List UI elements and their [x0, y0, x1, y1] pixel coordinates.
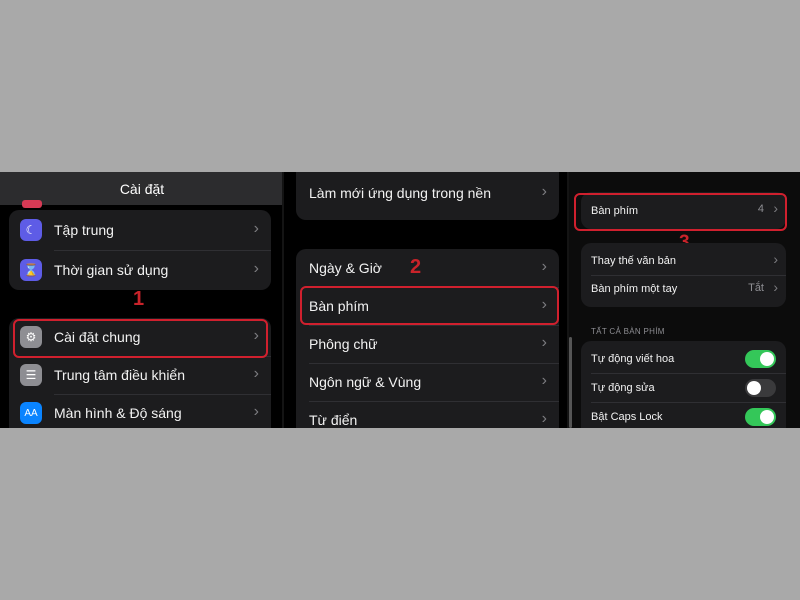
highlight-keyboard	[300, 286, 559, 325]
chevron-right-icon: ›	[541, 334, 547, 351]
chevron-right-icon: ›	[253, 403, 259, 420]
settings-group-text: Thay thế văn bản › Bàn phím một tay Tắt …	[581, 243, 786, 307]
aa-icon: AA	[20, 402, 42, 424]
settings-panel: Cài đặt ☾ Tập trung › ⌛ Thời gian sử dụn…	[0, 172, 284, 428]
row-auto-capitalization: Tự động viết hoa	[581, 345, 786, 373]
chevron-right-icon: ›	[253, 365, 259, 382]
section-header: TẤT CẢ BÀN PHÍM	[591, 327, 665, 336]
highlight-general	[13, 319, 268, 358]
toggle-switch-off[interactable]	[745, 379, 776, 397]
row-label: Thời gian sử dụng	[54, 262, 169, 278]
scroll-indicator	[569, 337, 572, 428]
chevron-right-icon: ›	[541, 258, 547, 275]
row-label: Từ điển	[309, 412, 358, 428]
row-caps-lock: Bật Caps Lock	[581, 403, 786, 428]
partial-icon	[22, 200, 42, 208]
row-label: Thay thế văn bản	[591, 255, 677, 267]
settings-group-background: Làm mới ứng dụng trong nền ›	[296, 172, 559, 220]
row-control-center[interactable]: ☰ Trung tâm điều khiển ›	[9, 356, 271, 394]
row-date-time[interactable]: Ngày & Giờ ›	[296, 249, 559, 287]
one-handed-value: Tắt	[748, 282, 764, 294]
toggles-icon: ☰	[20, 364, 42, 386]
row-label: Màn hình & Độ sáng	[54, 405, 182, 421]
chevron-right-icon: ›	[773, 279, 778, 295]
toggle-switch-on[interactable]	[745, 408, 776, 426]
row-label: Phông chữ	[309, 336, 378, 352]
row-label: Trung tâm điều khiển	[54, 367, 185, 383]
chevron-right-icon: ›	[773, 251, 778, 267]
chevron-right-icon: ›	[253, 260, 259, 277]
step-number-1: 1	[133, 288, 145, 310]
row-dictionary[interactable]: Từ điển ›	[296, 401, 559, 428]
step-number-2: 2	[410, 256, 422, 278]
settings-group-all-keyboards: Tự động viết hoa Tự động sửa Bật Caps Lo…	[581, 341, 786, 428]
moon-icon: ☾	[20, 219, 42, 241]
page-title: Cài đặt	[119, 180, 165, 197]
general-panel: Làm mới ứng dụng trong nền › Ngày & Giờ …	[284, 172, 569, 428]
row-auto-correction: Tự động sửa	[581, 374, 786, 402]
row-one-handed-keyboard[interactable]: Bàn phím một tay Tắt ›	[581, 277, 786, 301]
row-label: Ngôn ngữ & Vùng	[309, 374, 422, 390]
chevron-right-icon: ›	[541, 410, 547, 427]
hourglass-icon: ⌛	[20, 259, 42, 281]
row-screen-time[interactable]: ⌛ Thời gian sử dụng ›	[9, 250, 271, 290]
settings-group-language: Ngày & Giờ › Bàn phím › Phông chữ › Ngôn…	[296, 249, 559, 428]
toggle-switch-on[interactable]	[745, 350, 776, 368]
row-label: Làm mới ứng dụng trong nền	[309, 185, 491, 201]
row-language-region[interactable]: Ngôn ngữ & Vùng ›	[296, 363, 559, 401]
settings-group-focus: ☾ Tập trung › ⌛ Thời gian sử dụng ›	[9, 210, 271, 290]
keyboard-panel: Bàn phím 4 › 3 Thay thế văn bản › Bàn ph…	[569, 172, 800, 428]
highlight-keyboards	[574, 193, 787, 231]
row-text-replacement[interactable]: Thay thế văn bản ›	[581, 249, 786, 273]
chevron-right-icon: ›	[253, 220, 259, 237]
row-fonts[interactable]: Phông chữ ›	[296, 325, 559, 363]
row-label: Tập trung	[54, 222, 114, 238]
row-background-refresh[interactable]: Làm mới ứng dụng trong nền ›	[296, 172, 559, 214]
row-focus[interactable]: ☾ Tập trung ›	[9, 210, 271, 250]
row-display-brightness[interactable]: AA Màn hình & Độ sáng ›	[9, 394, 271, 428]
row-label: Ngày & Giờ	[309, 260, 382, 276]
chevron-right-icon: ›	[541, 183, 547, 200]
chevron-right-icon: ›	[541, 372, 547, 389]
